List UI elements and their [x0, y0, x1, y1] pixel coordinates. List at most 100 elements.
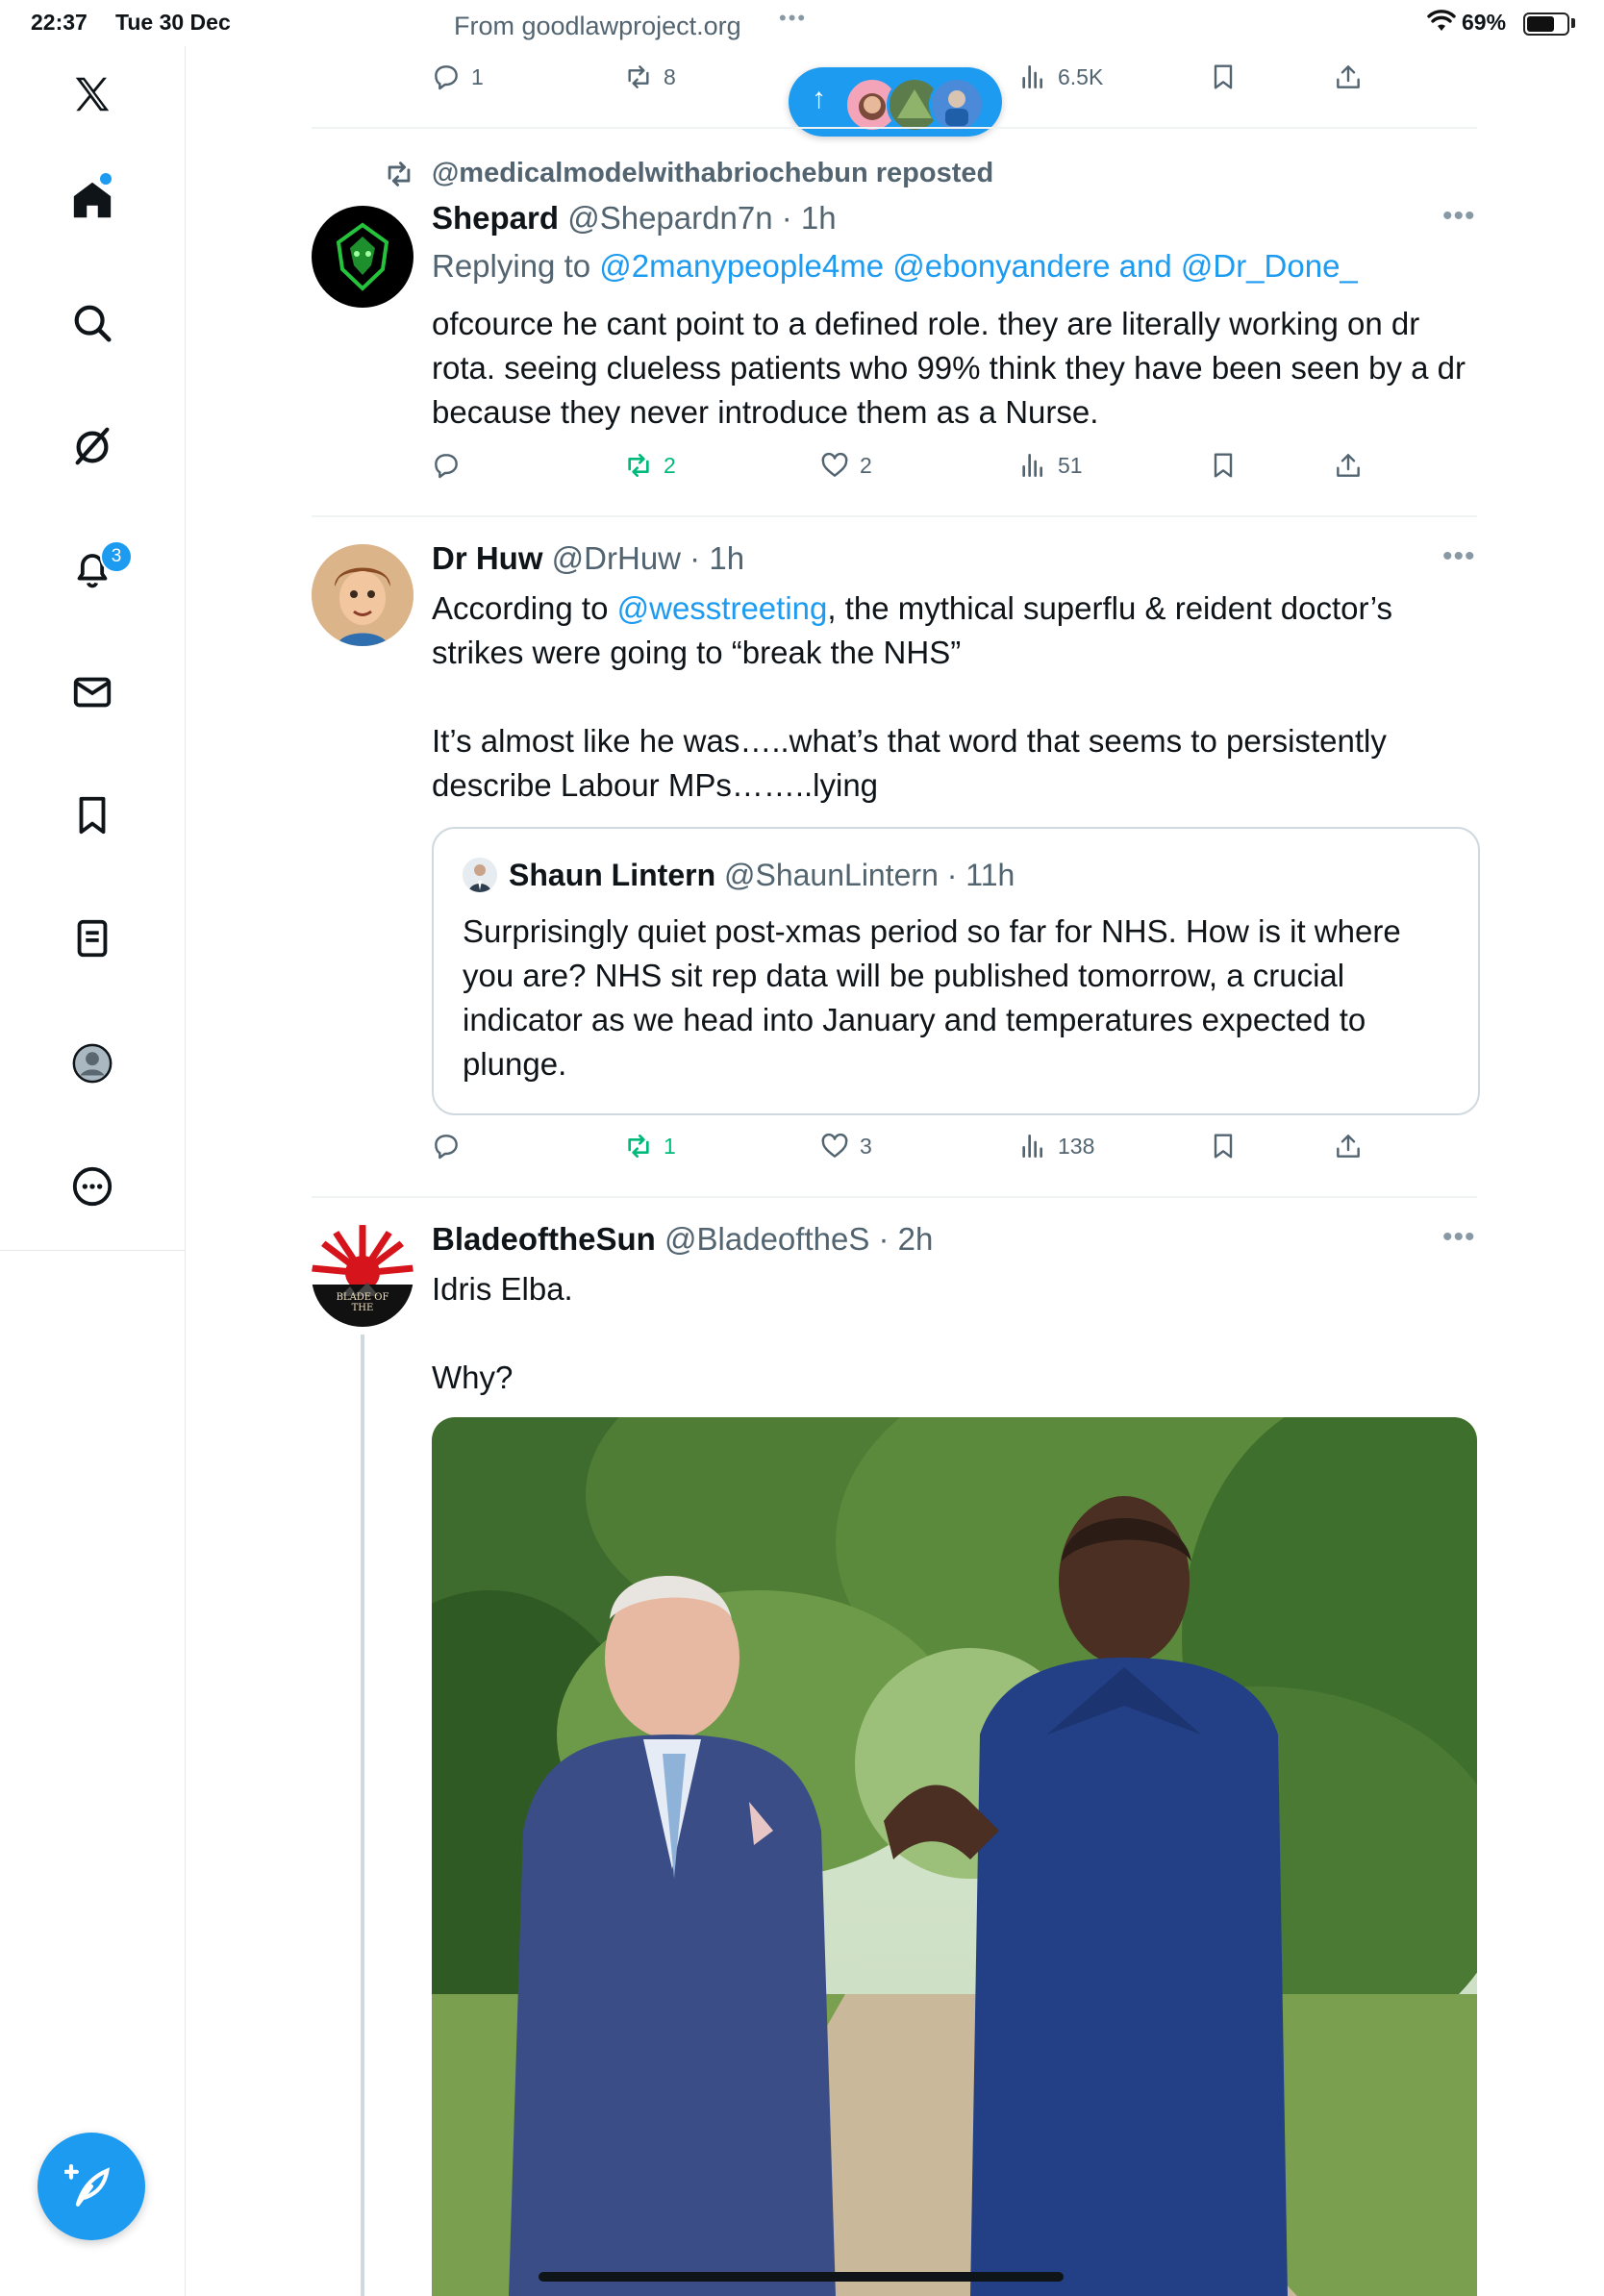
views-icon: [1022, 1135, 1042, 1158]
repost-icon: [628, 454, 649, 477]
wifi-icon: [1427, 10, 1456, 38]
post-actions: 2 2 51: [431, 450, 1392, 488]
multitask-dots-icon[interactable]: •••: [779, 6, 807, 31]
reply-icon: [435, 454, 458, 479]
author-handle[interactable]: @Shepardn7n · 1h: [567, 200, 836, 236]
status-time: 22:37: [31, 10, 88, 35]
post-text: Idris Elba. Why?: [432, 1271, 573, 1395]
reply-mentions-link[interactable]: @2manypeople4me @ebonyandere: [599, 248, 1110, 284]
post-header: Shepard @Shepardn7n · 1h: [432, 200, 837, 237]
reply-button[interactable]: [431, 1131, 462, 1161]
quoted-post-text: Surprisingly quiet post-xmas period so f…: [463, 913, 1401, 1082]
grok-icon[interactable]: [54, 408, 131, 485]
repost-button[interactable]: 1: [623, 1131, 676, 1161]
like-count: 2: [860, 452, 872, 478]
like-count: 3: [860, 1133, 872, 1159]
arrow-up-icon: ↑: [812, 83, 826, 114]
share-button[interactable]: [1333, 62, 1364, 92]
source-label[interactable]: From goodlawproject.org: [454, 12, 741, 41]
heart-icon: [821, 452, 848, 477]
reply-count: 1: [471, 63, 484, 89]
battery-icon: [1523, 12, 1569, 36]
repost-icon: [628, 1135, 649, 1158]
views-icon: [1022, 454, 1042, 477]
repost-count: 1: [664, 1133, 676, 1159]
reply-icon: [435, 1135, 458, 1160]
bookmark-icon: [1214, 453, 1233, 478]
messages-icon[interactable]: [54, 654, 131, 731]
reply-button[interactable]: 1: [431, 62, 484, 92]
share-icon: [1337, 454, 1360, 477]
bookmark-button[interactable]: [1208, 450, 1239, 481]
repost-count: 2: [664, 452, 676, 478]
quoted-post-header: Shaun Lintern @ShaunLintern · 11h: [509, 858, 1015, 893]
author-name[interactable]: Dr Huw: [432, 540, 543, 576]
repost-button[interactable]: 8: [623, 62, 676, 92]
bookmark-button[interactable]: [1208, 1131, 1239, 1161]
like-button[interactable]: 3: [819, 1131, 872, 1161]
more-options-icon[interactable]: •••: [1442, 540, 1476, 573]
quoted-post[interactable]: Shaun Lintern @ShaunLintern · 11h Surpri…: [432, 827, 1480, 1115]
post-header: BladeoftheSun @BladeoftheS · 2h: [432, 1221, 933, 1258]
profile-icon[interactable]: [54, 1025, 131, 1102]
avatar-text: BLADE OF THE: [336, 1292, 389, 1313]
author-handle[interactable]: @DrHuw · 1h: [552, 540, 744, 576]
repost-icon: [628, 65, 649, 88]
replying-to: Replying to @2manypeople4me @ebonyandere…: [432, 248, 1358, 284]
post-header: Dr Huw @DrHuw · 1h: [432, 540, 744, 577]
home-icon[interactable]: [54, 162, 131, 238]
heart-icon: [821, 1133, 848, 1158]
bookmarks-icon[interactable]: [54, 777, 131, 854]
post-text: ofcource he cant point to a defined role…: [432, 306, 1475, 430]
share-button[interactable]: [1333, 450, 1364, 481]
mention-link[interactable]: @wesstreeting: [617, 590, 828, 626]
compose-feather-icon: [64, 2163, 111, 2207]
author-handle[interactable]: @BladeoftheS · 2h: [664, 1221, 933, 1257]
views-icon: [1022, 65, 1042, 88]
more-options-icon[interactable]: •••: [1442, 1221, 1476, 1254]
repost-indicator-icon: [383, 158, 415, 195]
reply-button[interactable]: [431, 450, 462, 481]
views-count: 51: [1058, 452, 1083, 478]
repost-label[interactable]: @medicalmodelwithabriochebun reposted: [432, 158, 993, 189]
home-indicator: [539, 2272, 1064, 2282]
post-actions: 1 3 138: [431, 1131, 1392, 1169]
more-icon[interactable]: [54, 1148, 131, 1225]
share-button[interactable]: [1333, 1131, 1364, 1161]
more-options-icon[interactable]: •••: [1442, 200, 1476, 233]
status-bar: 22:37 Tue 30 Dec From goodlawproject.org…: [0, 0, 1604, 46]
author-name[interactable]: BladeoftheSun: [432, 1221, 656, 1257]
quoted-author-handle: @ShaunLintern · 11h: [724, 858, 1015, 892]
avatar[interactable]: [312, 544, 414, 646]
thread-line: [361, 1335, 364, 2296]
avatar[interactable]: [312, 206, 414, 308]
bookmark-icon: [1214, 64, 1233, 89]
post-text: According to @wesstreeting, the mythical…: [432, 590, 1392, 803]
bookmark-button[interactable]: [1208, 62, 1239, 92]
like-button[interactable]: 2: [819, 450, 872, 481]
avatar: [929, 77, 985, 133]
battery-percent: 69%: [1462, 10, 1507, 35]
avatar[interactable]: BLADE OF THE: [312, 1225, 414, 1327]
repost-count: 8: [664, 63, 676, 89]
lists-icon[interactable]: [54, 900, 131, 977]
home-unread-dot: [100, 173, 112, 185]
compose-button[interactable]: [38, 2133, 145, 2240]
avatar: [463, 858, 497, 892]
reply-icon: [435, 65, 458, 90]
notifications-badge: 3: [100, 540, 133, 573]
author-name[interactable]: Shepard: [432, 200, 559, 236]
views-button[interactable]: 138: [1017, 1131, 1094, 1161]
views-count: 6.5K: [1058, 63, 1104, 89]
views-count: 138: [1058, 1133, 1095, 1159]
repost-button[interactable]: 2: [623, 450, 676, 481]
views-button[interactable]: 51: [1017, 450, 1083, 481]
reply-mention-link[interactable]: @Dr_Done_: [1181, 248, 1358, 284]
x-logo-icon[interactable]: [54, 56, 131, 133]
views-button[interactable]: 6.5K: [1017, 62, 1103, 92]
share-icon: [1337, 65, 1360, 88]
status-date: Tue 30 Dec: [115, 10, 231, 35]
post-photo[interactable]: [432, 1417, 1477, 2296]
search-icon[interactable]: [54, 285, 131, 362]
bookmark-icon: [1214, 1134, 1233, 1159]
